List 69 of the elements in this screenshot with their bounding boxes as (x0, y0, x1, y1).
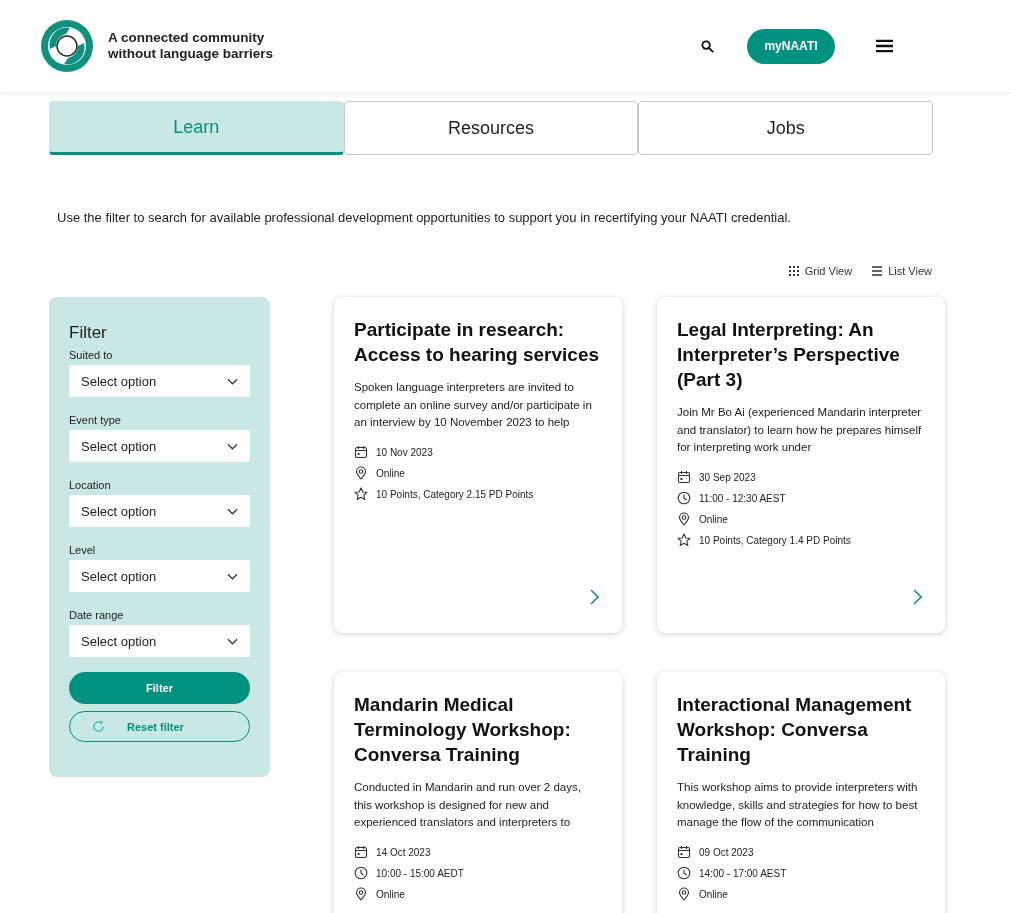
location-pin-icon (354, 887, 368, 901)
select-field[interactable]: Select option (69, 430, 250, 462)
chevron-down-icon (227, 572, 238, 580)
chevron-down-icon (227, 507, 238, 515)
meta-text: 10 Nov 2023 (376, 446, 433, 458)
calendar-icon (354, 445, 368, 459)
card-title: Participate in research: Access to hearing services (354, 318, 601, 367)
meta-text: Online (699, 513, 728, 525)
grid-icon (788, 266, 799, 276)
chevron-down-icon (227, 442, 238, 450)
card-summary: Conducted in Mandarin and run over 2 days, this workshop is designed for new and experienced translators and interpreters to (354, 780, 582, 830)
select-field[interactable]: Select option (69, 495, 250, 527)
event-card[interactable] (334, 297, 622, 633)
meta-text: 09 Oct 2023 (699, 846, 754, 858)
calendar-icon (354, 845, 368, 859)
tagline-text: without language barriers (108, 46, 274, 62)
clock-icon (354, 866, 368, 880)
view-link[interactable]: Grid View (788, 265, 853, 277)
intro-text: Use the filter to search for available professional development opportunities to support you in recertifying your NAATI credential. (57, 210, 792, 225)
meta-text: 14:00 - 17:00 AEST (699, 867, 787, 879)
calendar-icon (677, 845, 691, 859)
star-icon (677, 533, 691, 547)
card-summary: This workshop aims to provide interpreters with knowledge, skills and strategies for how to best manage the flow of the communication (677, 780, 919, 830)
list-icon (872, 266, 883, 276)
chevron-down-icon (227, 637, 238, 645)
meta-text: Online (699, 888, 728, 900)
account-button[interactable]: myNAATI (747, 28, 835, 64)
star-icon (354, 487, 368, 501)
tagline-text: A connected community (108, 30, 266, 46)
meta-text: 11:00 - 12:30 AEST (699, 492, 786, 504)
meta-text: Online (376, 888, 405, 900)
card-title: Interactional Management Workshop: Conversa Training (677, 693, 913, 767)
tab[interactable]: Jobs (638, 101, 933, 155)
location-pin-icon (677, 887, 691, 901)
field-label: Event type (69, 414, 122, 426)
clock-icon (677, 866, 691, 880)
refresh-icon (92, 720, 105, 733)
field-label: Level (69, 544, 97, 556)
chevron-down-icon (227, 377, 238, 385)
card-title: Legal Interpreting: An Interpreter’s Perspective (Part 3) (677, 318, 901, 392)
card-summary: Spoken language interpreters are invited to complete an online survey and/or participate in an interview by 10 November 2023 to help (354, 380, 593, 430)
event-card[interactable] (657, 297, 945, 633)
logo-icon (40, 19, 94, 73)
filter-heading: Filter (69, 323, 108, 343)
meta-text: Online (376, 467, 405, 479)
search-icon[interactable] (701, 39, 714, 53)
filter-button[interactable]: Filter (69, 672, 250, 704)
select-field[interactable]: Select option (69, 625, 250, 657)
card-summary: Join Mr Bo Ai (experienced Mandarin interpreter and translator) to learn how he prepares himself for interpreting work under (677, 405, 923, 455)
card-title: Mandarin Medical Terminology Workshop: Conversa Training (354, 693, 572, 767)
event-card[interactable] (657, 672, 945, 913)
location-pin-icon (677, 512, 691, 526)
tab[interactable]: Resources (343, 101, 639, 155)
event-card[interactable] (334, 672, 622, 913)
view-link[interactable]: List View (872, 265, 932, 277)
select-field[interactable]: Select option (69, 365, 250, 397)
location-pin-icon (354, 466, 368, 480)
meta-text: 14 Oct 2023 (376, 846, 431, 858)
meta-text: 10 Points, Category 2.15 PD Points (376, 488, 534, 500)
select-field[interactable]: Select option (69, 560, 250, 592)
calendar-icon (677, 470, 691, 484)
meta-text: 30 Sep 2023 (699, 471, 756, 483)
meta-text: 10 Points, Category 1.4 PD Points (699, 534, 851, 546)
meta-text: 10:00 - 15:00 AEDT (376, 867, 464, 879)
menu-icon[interactable] (876, 39, 893, 53)
clock-icon (677, 491, 691, 505)
field-label: Date range (69, 609, 125, 621)
field-label: Location (69, 479, 112, 491)
field-label: Suited to (69, 349, 114, 361)
